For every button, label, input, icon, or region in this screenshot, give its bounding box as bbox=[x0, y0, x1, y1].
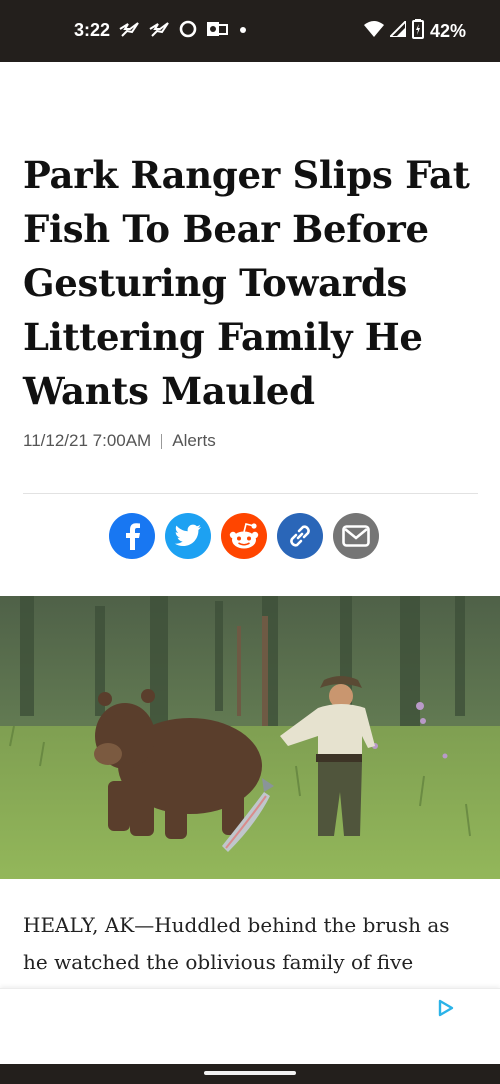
signal-icon bbox=[387, 18, 407, 42]
twitter-share-button[interactable] bbox=[165, 513, 211, 559]
article-body: HEALY, AK—Huddled behind the brush as he… bbox=[23, 913, 450, 974]
email-share-button[interactable] bbox=[333, 513, 379, 559]
navigation-bar bbox=[0, 1064, 500, 1084]
article-headline: Park Ranger Slips Fat Fish To Bear Befor… bbox=[23, 153, 470, 413]
status-bar: 3:22 42% bbox=[0, 0, 500, 62]
divider bbox=[23, 493, 478, 494]
article-section[interactable]: Alerts bbox=[172, 431, 215, 451]
ad-banner[interactable] bbox=[0, 988, 500, 1065]
reddit-icon bbox=[229, 523, 259, 549]
bird-icon bbox=[148, 20, 170, 44]
email-icon bbox=[342, 525, 370, 547]
share-bar bbox=[109, 513, 379, 559]
facebook-share-button[interactable] bbox=[109, 513, 155, 559]
article-meta: 11/12/21 7:00AM Alerts bbox=[23, 431, 216, 451]
wifi-icon bbox=[363, 21, 384, 42]
article-date: 11/12/21 7:00AM bbox=[23, 431, 152, 450]
outlook-icon bbox=[206, 20, 228, 44]
twitter-icon bbox=[174, 524, 201, 546]
status-time: 3:22 bbox=[74, 20, 111, 40]
bird-icon bbox=[118, 20, 140, 44]
facebook-icon bbox=[126, 523, 140, 550]
reddit-share-button[interactable] bbox=[221, 513, 267, 559]
copy-link-button[interactable] bbox=[277, 513, 323, 559]
home-gesture-handle[interactable] bbox=[204, 1071, 296, 1075]
dot-icon bbox=[236, 20, 250, 44]
status-right: 42% bbox=[363, 18, 466, 44]
article-photo bbox=[0, 596, 500, 879]
notification-icons bbox=[118, 19, 250, 45]
battery-icon bbox=[411, 19, 424, 44]
circle-icon bbox=[178, 19, 198, 45]
meta-separator bbox=[161, 433, 163, 449]
adchoices-icon[interactable] bbox=[438, 999, 454, 1022]
battery-percent: 42% bbox=[429, 21, 466, 41]
link-icon bbox=[290, 525, 310, 547]
